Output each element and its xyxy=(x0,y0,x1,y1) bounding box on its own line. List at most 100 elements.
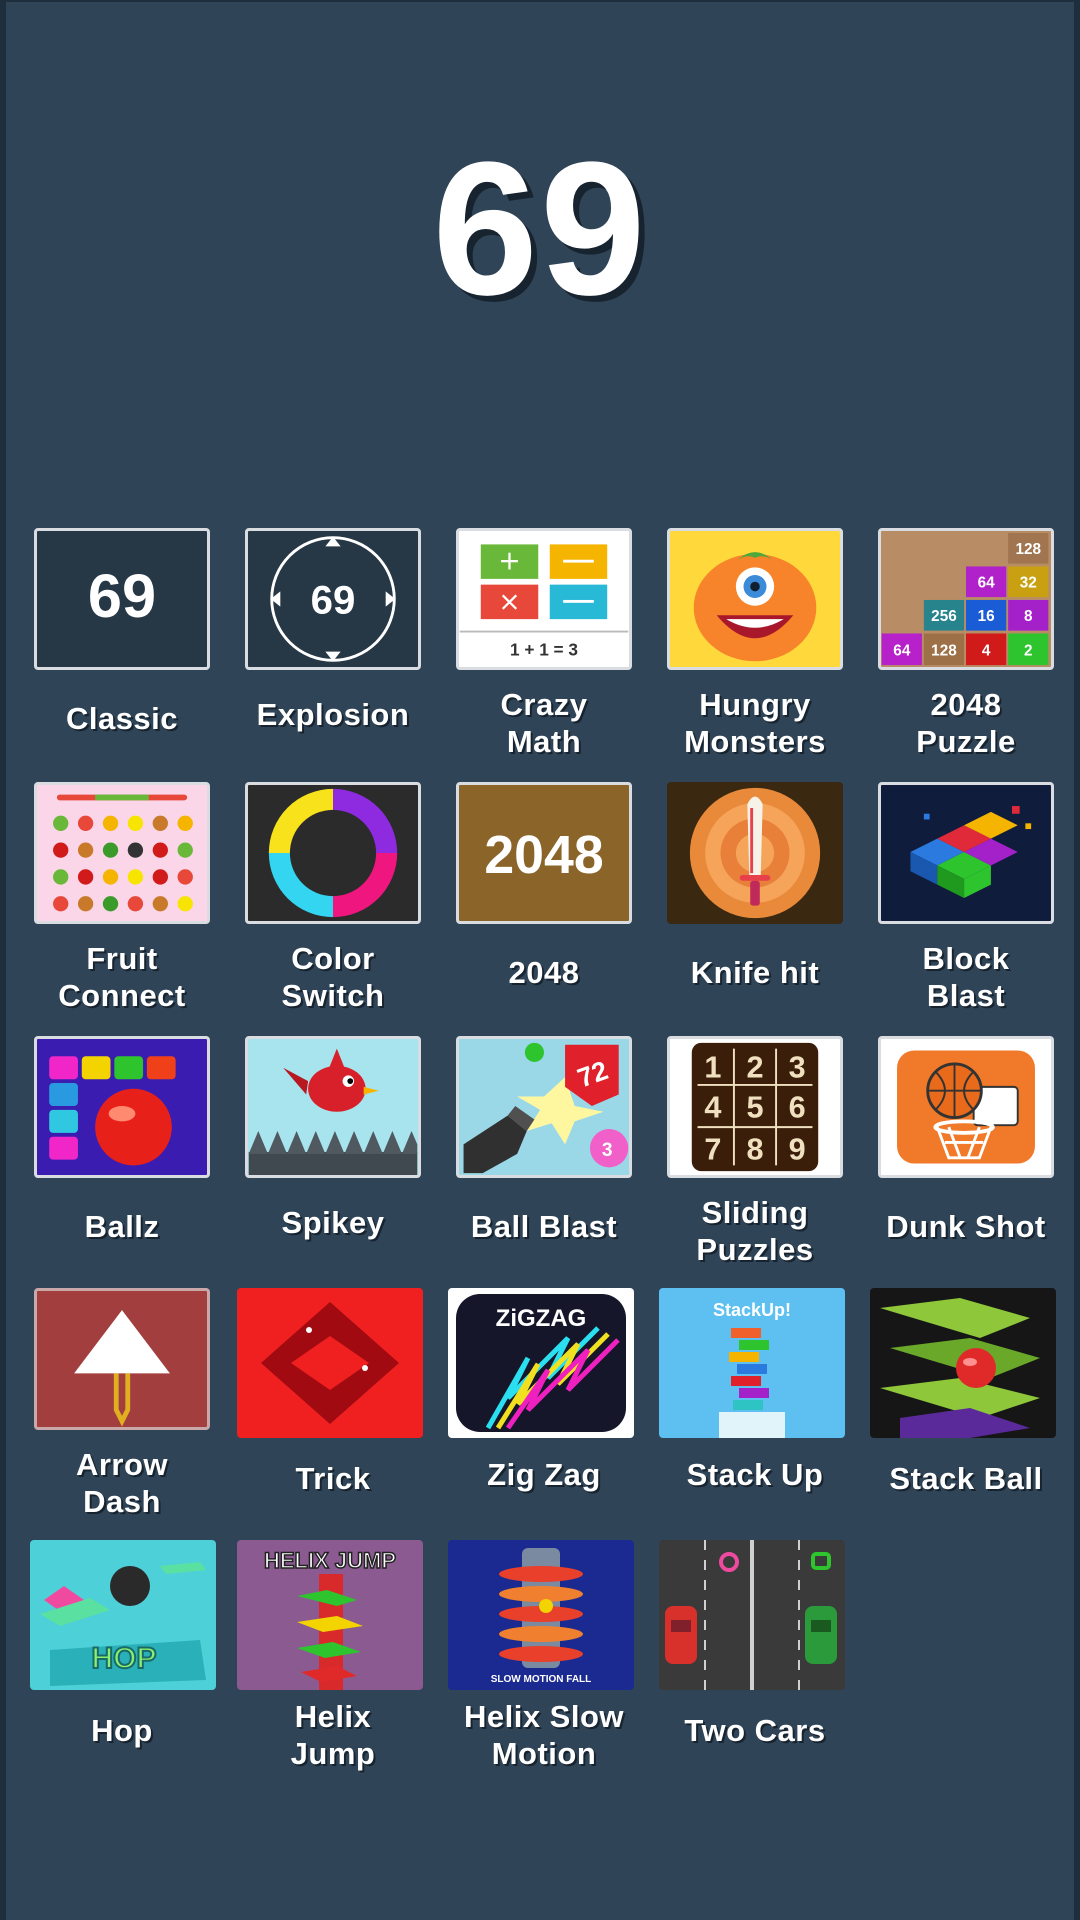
game-label-explosion: Explosion xyxy=(256,697,410,732)
ball-blast-icon: 72 3 xyxy=(456,1036,632,1178)
game-label-block-blast: Block Blast xyxy=(922,941,1010,1013)
game-tile-color-switch[interactable]: Color Switch xyxy=(227,782,439,1032)
game-label-stack-ball: Stack Ball xyxy=(889,1461,1043,1496)
svg-text:×: × xyxy=(498,586,520,617)
game-tile-hungry-monsters[interactable]: Hungry Monsters xyxy=(649,528,861,778)
svg-text:6: 6 xyxy=(789,1091,806,1125)
helix-slow-title: SLOW MOTION FALL xyxy=(491,1674,592,1685)
svg-text:4: 4 xyxy=(982,643,991,660)
game-grid: 69 Classic 69 Explosion + × 1 + 1 = 3 Cr… xyxy=(6,2,1080,1920)
svg-text:128: 128 xyxy=(1015,541,1041,558)
zigzag-icon: ZiGZAG xyxy=(448,1288,634,1438)
svg-text:5: 5 xyxy=(746,1091,763,1125)
svg-text:2: 2 xyxy=(746,1050,763,1084)
svg-text:64: 64 xyxy=(978,575,996,592)
2048-icon-text: 2048 xyxy=(484,825,603,885)
two-cars-icon xyxy=(659,1540,845,1690)
game-label-trick: Trick xyxy=(295,1461,371,1496)
game-label-color-switch: Color Switch xyxy=(281,941,385,1013)
game-label-dunk-shot: Dunk Shot xyxy=(886,1209,1046,1244)
game-tile-arrow-dash[interactable]: Arrow Dash xyxy=(16,1288,228,1538)
game-tile-hop[interactable]: HOP Hop xyxy=(16,1540,228,1790)
game-tile-helix-slow-motion[interactable]: SLOW MOTION FALL Helix Slow Motion xyxy=(438,1540,650,1790)
2048-puzzle-icon: 128 64 32 256 16 8 64 128 4 2 xyxy=(878,528,1054,670)
game-tile-crazy-math[interactable]: + × 1 + 1 = 3 Crazy Math xyxy=(438,528,650,778)
game-tile-trick[interactable]: Trick xyxy=(227,1288,439,1538)
svg-text:8: 8 xyxy=(746,1133,763,1167)
classic-icon-text: 69 xyxy=(88,562,156,630)
svg-text:+: + xyxy=(498,545,520,576)
game-tile-stack-ball[interactable]: Stack Ball xyxy=(860,1288,1072,1538)
game-label-sliding-puzzles: Sliding Puzzles xyxy=(696,1195,814,1267)
game-tile-classic[interactable]: 69 Classic xyxy=(16,528,228,778)
game-label-crazy-math: Crazy Math xyxy=(500,687,588,759)
game-label-stack-up: Stack Up xyxy=(686,1457,824,1492)
game-tile-zig-zag[interactable]: ZiGZAG Zig Zag xyxy=(438,1288,650,1538)
spikey-bird-icon xyxy=(245,1036,421,1178)
game-tile-2048-puzzle[interactable]: 128 64 32 256 16 8 64 128 4 2 2048 Puzzl… xyxy=(860,528,1072,778)
svg-text:32: 32 xyxy=(1020,575,1037,592)
game-tile-spikey[interactable]: Spikey xyxy=(227,1036,439,1286)
game-tile-sliding-puzzles[interactable]: 1 2 3 4 5 6 7 8 9 Sliding Puzzles xyxy=(649,1036,861,1286)
game-label-hop: Hop xyxy=(91,1713,153,1748)
crazy-math-equation: 1 + 1 = 3 xyxy=(510,640,578,660)
hungry-monster-icon xyxy=(667,528,843,670)
block-blast-icon xyxy=(878,782,1054,924)
game-label-2048: 2048 xyxy=(508,955,580,990)
helix-slow-motion-icon: SLOW MOTION FALL xyxy=(448,1540,634,1690)
game-label-helix-slow-motion: Helix Slow Motion xyxy=(463,1699,625,1771)
svg-text:3: 3 xyxy=(789,1050,806,1084)
helix-jump-icon: HELIX JUMP xyxy=(237,1540,423,1690)
crazy-math-icon: + × 1 + 1 = 3 xyxy=(456,528,632,670)
game-tile-stack-up[interactable]: StackUp! Stack Up xyxy=(649,1288,861,1538)
game-tile-ballz[interactable]: Ballz xyxy=(16,1036,228,1286)
game-label-spikey: Spikey xyxy=(281,1205,385,1240)
game-label-classic: Classic xyxy=(65,701,179,736)
game-label-ballz: Ballz xyxy=(84,1209,160,1244)
game-tile-block-blast[interactable]: Block Blast xyxy=(860,782,1072,1032)
svg-text:256: 256 xyxy=(931,608,957,625)
game-tile-explosion[interactable]: 69 Explosion xyxy=(227,528,439,778)
game-tile-two-cars[interactable]: Two Cars xyxy=(649,1540,861,1790)
svg-text:9: 9 xyxy=(789,1133,806,1167)
svg-text:4: 4 xyxy=(704,1091,721,1125)
ballz-icon xyxy=(34,1036,210,1178)
game-label-two-cars: Two Cars xyxy=(684,1713,826,1748)
hop-title: HOP xyxy=(91,1642,156,1675)
svg-text:64: 64 xyxy=(893,643,911,660)
2048-icon: 2048 xyxy=(456,782,632,924)
svg-text:7: 7 xyxy=(704,1133,721,1167)
explosion-69-icon: 69 xyxy=(245,528,421,670)
game-tile-dunk-shot[interactable]: Dunk Shot xyxy=(860,1036,1072,1286)
svg-text:3: 3 xyxy=(602,1140,613,1161)
svg-text:2: 2 xyxy=(1024,643,1033,660)
stack-ball-icon xyxy=(870,1288,1056,1438)
game-label-ball-blast: Ball Blast xyxy=(470,1209,618,1244)
hop-icon: HOP xyxy=(30,1540,216,1690)
arrow-dash-icon xyxy=(34,1288,210,1430)
stackup-title: StackUp! xyxy=(713,1300,791,1320)
svg-text:128: 128 xyxy=(931,643,957,660)
classic-69-icon: 69 xyxy=(34,528,210,670)
game-tile-2048[interactable]: 2048 2048 xyxy=(438,782,650,1032)
game-label-2048-puzzle: 2048 Puzzle xyxy=(916,687,1016,759)
game-tile-knife-hit[interactable]: Knife hit xyxy=(649,782,861,1032)
game-tile-helix-jump[interactable]: HELIX JUMP Helix Jump xyxy=(227,1540,439,1790)
helix-jump-title: HELIX JUMP xyxy=(264,1548,396,1573)
dunk-shot-icon xyxy=(878,1036,1054,1178)
game-label-zig-zag: Zig Zag xyxy=(487,1457,601,1492)
game-tile-fruit-connect[interactable]: Fruit Connect xyxy=(16,782,228,1032)
game-label-arrow-dash: Arrow Dash xyxy=(75,1447,169,1519)
explosion-icon-text: 69 xyxy=(311,577,356,622)
svg-text:1: 1 xyxy=(704,1050,721,1084)
game-label-helix-jump: Helix Jump xyxy=(290,1699,376,1771)
svg-text:8: 8 xyxy=(1024,608,1033,625)
zigzag-title: ZiGZAG xyxy=(496,1305,587,1332)
game-label-knife-hit: Knife hit xyxy=(690,955,820,990)
sliding-puzzle-icon: 1 2 3 4 5 6 7 8 9 xyxy=(667,1036,843,1178)
game-tile-ball-blast[interactable]: 72 3 Ball Blast xyxy=(438,1036,650,1286)
stack-up-icon: StackUp! xyxy=(659,1288,845,1438)
svg-text:16: 16 xyxy=(978,608,995,625)
game-label-fruit-connect: Fruit Connect xyxy=(58,941,186,1013)
color-switch-icon xyxy=(245,782,421,924)
